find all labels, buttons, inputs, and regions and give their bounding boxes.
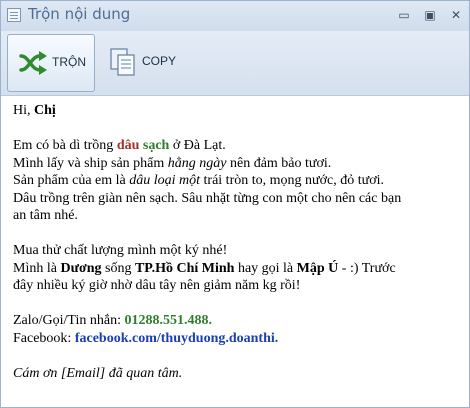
- paragraph-line-6: Mua thử chất lượng mình một ký nhé!: [13, 243, 228, 258]
- paragraph-line-5: an tâm nhé.: [13, 208, 78, 223]
- paragraph-line-4: Dâu trồng trên giàn nên sạch. Sâu nhặt t…: [13, 190, 402, 206]
- paragraph-line-8: đây nhiều ký giờ nhờ dâu tây nên giảm nă…: [13, 278, 301, 293]
- copy-icon: [110, 48, 135, 76]
- app-icon: [7, 8, 21, 22]
- maximize-icon[interactable]: ▣: [419, 6, 441, 24]
- greeting-name: Chị: [34, 103, 56, 118]
- toolbar: TRỘN COPY: [1, 31, 469, 96]
- message-area[interactable]: Hi, Chị Em có bà dì trồng dâu sạch ở Đà …: [1, 96, 469, 407]
- text-segment: hay gọi là: [234, 260, 297, 276]
- thanks-line: Cám ơn [Email] đã quan tâm.: [13, 365, 183, 381]
- highlight-red: dâu: [116, 138, 140, 153]
- greeting-prefix: Hi,: [13, 103, 34, 118]
- shuffle-icon: [19, 51, 47, 75]
- text-segment: Sản phẩm của em là: [13, 173, 130, 188]
- app-window: Trộn nội dung ▭ ▣ ✕ TRỘN COPY Hi, Chị Em…: [0, 0, 470, 408]
- text-segment: Em có bà dì trồng: [13, 138, 117, 153]
- close-icon[interactable]: ✕: [445, 6, 467, 24]
- paragraph-line-1: Em có bà dì trồng dâu sạch ở Đà Lạt.: [13, 137, 469, 155]
- title-bar: Trộn nội dung ▭ ▣ ✕: [1, 1, 469, 31]
- minimize-icon[interactable]: ▭: [393, 6, 415, 24]
- paragraph-line-3: Sản phẩm của em là dâu loại một trái trò…: [13, 172, 469, 190]
- author-name: Dương: [60, 260, 102, 276]
- italic-text: hằng ngày: [167, 155, 227, 171]
- shuffle-label: TRỘN: [52, 55, 86, 69]
- greeting-line: Hi, Chị: [13, 102, 469, 120]
- window-title: Trộn nội dung: [28, 5, 131, 23]
- facebook-link[interactable]: facebook.com/thuyduong.doanthi.: [75, 331, 278, 346]
- italic-text: dâu loại một: [129, 173, 201, 188]
- copy-label: COPY: [142, 54, 177, 68]
- nickname: Mập Ú: [296, 260, 339, 276]
- paragraph-line-7: Mình là Dương sống TP.Hồ Chí Minh hay gọ…: [13, 260, 469, 278]
- text-segment: nên đảm bảo tươi.: [226, 155, 332, 171]
- contact-label: Zalo/Gọi/Tin nhắn:: [13, 313, 125, 328]
- text-segment: ở Đà Lạt.: [169, 138, 226, 153]
- phone-number: 01288.551.488.: [124, 313, 213, 328]
- facebook-line: Facebook: facebook.com/thuyduong.doanthi…: [13, 330, 469, 348]
- copy-button[interactable]: COPY: [98, 34, 186, 92]
- highlight-green: sạch: [142, 138, 170, 153]
- paragraph-line-2: Mình lấy và ship sản phẩm hằng ngày nên …: [13, 155, 469, 173]
- shuffle-button[interactable]: TRỘN: [7, 34, 95, 92]
- facebook-label: Facebook:: [13, 330, 75, 346]
- text-segment: sống: [101, 260, 135, 276]
- text-segment: Mình lấy và ship sản phẩm: [13, 155, 168, 171]
- text-segment: trái tròn to, mọng nước, đỏ tươi.: [200, 173, 384, 188]
- text-segment: Mình là: [13, 260, 61, 276]
- contact-line: Zalo/Gọi/Tin nhắn: 01288.551.488.: [13, 312, 469, 330]
- text-segment: - :) Trước: [338, 260, 396, 276]
- city-name: TP.Hồ Chí Minh: [134, 260, 235, 276]
